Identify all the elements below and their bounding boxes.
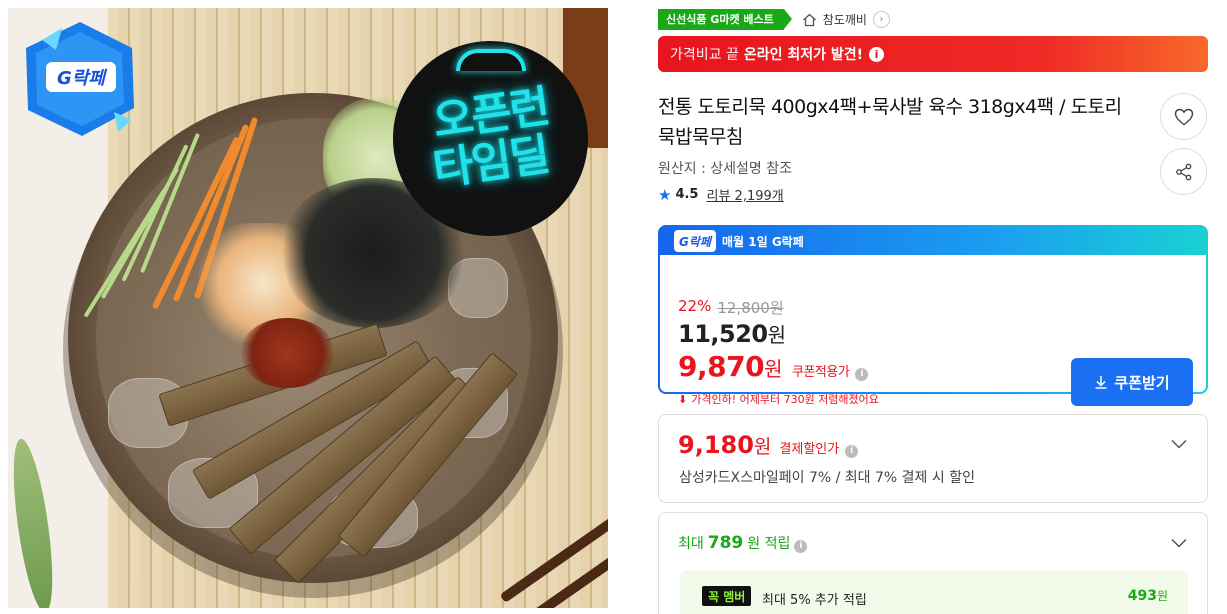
shop-name: 참도깨비	[822, 13, 867, 27]
payment-discount-desc: 삼성카드X스마일페이 7% / 최대 7% 결제 시 할인	[679, 470, 975, 486]
shop-link[interactable]: 참도깨비 ›	[802, 11, 890, 28]
product-title: 전통 도토리묵 400gx4팩+묵사발 육수 318gx4팩 / 도토리묵밥묵무…	[658, 96, 1122, 148]
glak-logo: G락페	[674, 230, 716, 252]
price-down-icon: ⬇	[678, 392, 688, 406]
original-price: 12,800원	[717, 299, 784, 317]
rating-row: ★ 4.5 리뷰 2,199개	[658, 185, 784, 205]
get-coupon-button[interactable]: 쿠폰받기	[1071, 358, 1193, 406]
member-badge: 꼭 멤버	[702, 586, 752, 606]
info-icon[interactable]: i	[855, 367, 869, 381]
member-points-row: 꼭 멤버 최대 5% 추가 적립 493원	[680, 570, 1188, 614]
coupon-price: 9,870원 쿠폰적용가 i	[678, 350, 869, 383]
info-icon[interactable]: i	[845, 444, 859, 458]
best-badge: 신선식품 G마켓 베스트	[658, 9, 792, 30]
glak-badge-text: G락페	[57, 68, 107, 89]
price-drop-notice: ⬇ 가격인하! 어제부터 730원 저렴해졌어요	[678, 392, 879, 407]
banner-strong-text: 온라인 최저가 발견!	[743, 47, 864, 63]
banner-light-text: 가격비교 끝	[670, 47, 739, 63]
open-run-timedeal-badge: 오픈런 타임딜	[393, 41, 588, 236]
product-image: G락페 오픈런 타임딜	[8, 8, 608, 608]
sale-price: 11,520원	[678, 320, 786, 348]
review-link[interactable]: 리뷰 2,199개	[706, 185, 783, 204]
discount-row: 22% 12,800원	[678, 297, 784, 318]
glak-header: G락페 매월 1일 G락페	[674, 229, 804, 253]
payment-discount-box[interactable]: 9,180원 결제할인가 i 삼성카드X스마일페이 7% / 최대 7% 결제 …	[658, 414, 1208, 503]
glak-title: 매월 1일 G락페	[722, 234, 804, 249]
points-title: 최대 789 원 적립 i	[678, 533, 808, 553]
glak-price-box: G락페 매월 1일 G락페 22% 12,800원 11,520원 9,870원…	[658, 225, 1208, 406]
glak-fest-badge: G락페	[26, 22, 134, 136]
download-icon	[1095, 376, 1107, 389]
chevron-down-icon[interactable]	[1171, 439, 1187, 449]
origin-info: 원산지 : 상세설명 참조	[658, 161, 792, 177]
share-button[interactable]	[1160, 148, 1207, 195]
payment-discount-price: 9,180원 결제할인가 i	[678, 431, 859, 459]
info-icon[interactable]: i	[869, 46, 885, 62]
coupon-price-label: 쿠폰적용가	[791, 365, 850, 380]
info-icon[interactable]: i	[794, 539, 808, 553]
star-icon: ★	[658, 185, 672, 204]
member-points-text: 최대 5% 추가 적립	[762, 593, 867, 608]
chevron-down-icon[interactable]	[1171, 538, 1187, 548]
discount-rate: 22%	[678, 297, 712, 315]
member-points-amount: 493원	[1127, 588, 1168, 604]
chevron-right-icon: ›	[872, 11, 890, 28]
alarm-clock-icon	[455, 49, 526, 71]
wishlist-button[interactable]	[1160, 93, 1207, 140]
rating-score: 4.5	[675, 187, 699, 202]
share-icon	[1175, 163, 1191, 180]
home-icon	[802, 13, 816, 26]
heart-icon	[1174, 108, 1193, 125]
points-box[interactable]: 최대 789 원 적립 i 꼭 멤버 최대 5% 추가 적립 493원	[658, 512, 1208, 614]
lowest-price-banner[interactable]: 가격비교 끝 온라인 최저가 발견! i	[658, 36, 1208, 72]
badge-row: 신선식품 G마켓 베스트 참도깨비 ›	[658, 9, 890, 30]
